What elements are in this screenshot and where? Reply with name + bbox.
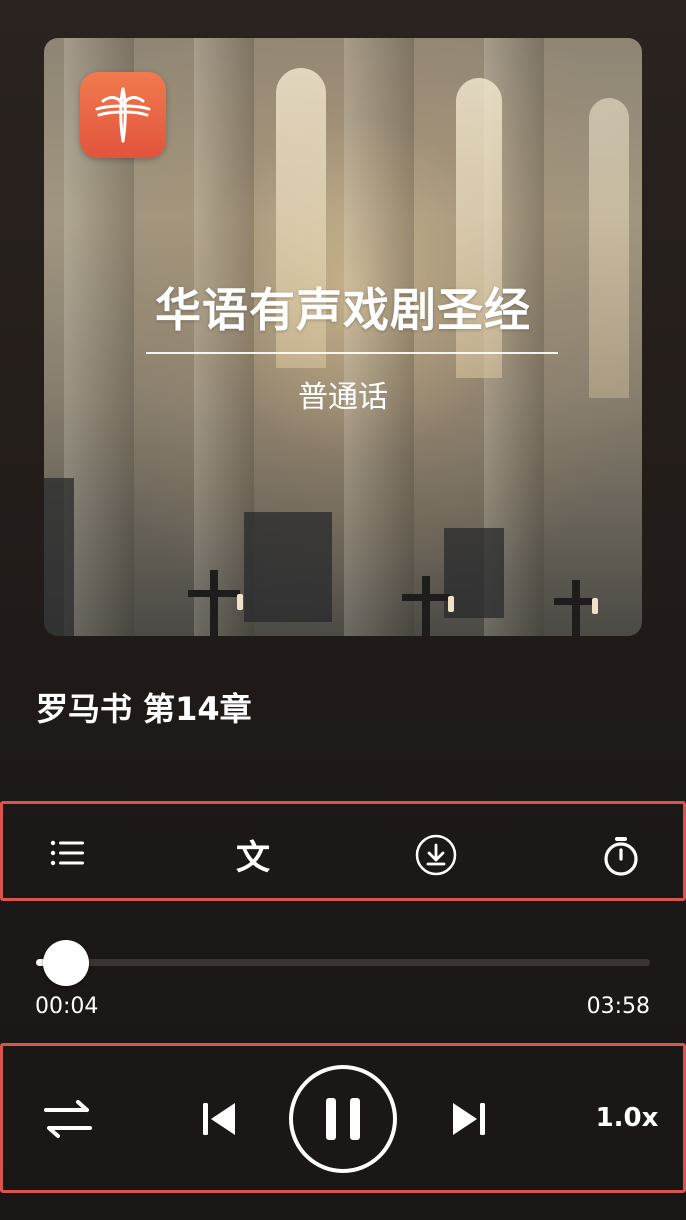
progress-thumb[interactable] <box>43 940 89 986</box>
next-button[interactable] <box>445 1096 493 1142</box>
text-label: 文 <box>236 837 270 878</box>
sleep-timer-button[interactable] <box>599 834 643 878</box>
cover-candle <box>592 598 598 614</box>
cover-window <box>589 98 629 398</box>
cover-cross <box>210 570 218 636</box>
text-button[interactable]: 文 <box>223 830 283 878</box>
previous-button[interactable] <box>195 1096 243 1142</box>
app-logo <box>80 72 166 158</box>
repeat-button[interactable] <box>39 1094 97 1144</box>
cross-logo-icon <box>95 87 151 143</box>
cover-cross <box>422 576 430 636</box>
repeat-icon <box>44 1100 92 1138</box>
playlist-button[interactable] <box>47 838 87 868</box>
cover-cross <box>572 580 580 636</box>
cover-divider <box>146 352 558 354</box>
cover-candle <box>448 596 454 612</box>
playback-controls: 1.0x <box>0 1043 686 1193</box>
track-title: 罗马书 第14章 <box>36 690 252 728</box>
current-time: 00:04 <box>35 994 99 1019</box>
speed-button[interactable]: 1.0x <box>595 1098 659 1138</box>
cover-title: 华语有声戏剧圣经 <box>155 283 531 337</box>
cover-cross <box>402 594 450 601</box>
cover-wall-panel <box>244 512 332 622</box>
speed-label: 1.0x <box>595 1103 659 1133</box>
list-icon <box>50 840 84 866</box>
play-pause-button[interactable] <box>288 1064 398 1174</box>
download-icon <box>415 834 457 876</box>
progress-bar[interactable] <box>36 959 650 966</box>
download-button[interactable] <box>413 832 459 878</box>
cover-subtitle: 普通话 <box>298 380 388 415</box>
skip-previous-icon <box>203 1103 235 1135</box>
secondary-toolbar: 文 <box>0 801 686 901</box>
stopwatch-icon <box>604 837 638 876</box>
skip-next-icon <box>453 1103 485 1135</box>
album-cover: 华语有声戏剧圣经 普通话 <box>44 38 642 636</box>
total-time: 03:58 <box>586 994 650 1019</box>
cover-wall-panel <box>44 478 74 636</box>
cover-candle <box>237 594 243 610</box>
pause-icon <box>289 1065 397 1173</box>
cover-cross <box>188 590 240 597</box>
